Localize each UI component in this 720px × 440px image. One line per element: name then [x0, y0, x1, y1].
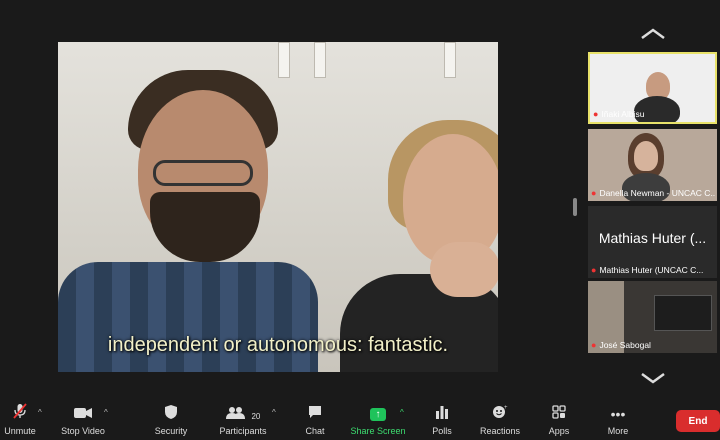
participant-name: ● José Sabogal	[591, 340, 651, 350]
speaker-woman-hands	[430, 242, 498, 297]
shield-icon	[165, 405, 177, 421]
audio-options-caret-icon[interactable]: ^	[38, 408, 42, 417]
mic-off-icon: ●	[591, 340, 597, 350]
mic-off-icon: ●	[593, 109, 599, 119]
stop-video-label: Stop Video	[61, 426, 105, 436]
participant-tile[interactable]: Mathias Huter (... ● Mathias Huter (UNCAC…	[588, 206, 717, 278]
svg-text:+: +	[504, 405, 508, 411]
lamp	[278, 42, 290, 78]
security-button[interactable]: Security	[150, 396, 192, 440]
panel-resize-handle[interactable]	[573, 198, 577, 216]
people-icon: 20	[225, 407, 261, 421]
chat-label: Chat	[305, 426, 325, 436]
ellipsis-icon: •••	[610, 406, 626, 422]
participants-options-caret-icon[interactable]: ^	[272, 408, 276, 417]
tile-picture-frame	[654, 295, 712, 331]
meeting-toolbar: Unmute ^ Stop Video ^ Security 20 Partic…	[0, 396, 720, 440]
polls-label: Polls	[432, 426, 452, 436]
unmute-label: Unmute	[4, 426, 36, 436]
end-meeting-button[interactable]: End	[676, 410, 720, 432]
more-button[interactable]: ••• More	[604, 396, 632, 440]
participant-tile[interactable]: ● José Sabogal	[588, 281, 717, 353]
security-label: Security	[154, 426, 188, 436]
participants-count: 20	[251, 412, 261, 421]
top-bar	[0, 0, 720, 42]
chevron-down-icon[interactable]	[640, 368, 666, 388]
chevron-up-icon[interactable]	[640, 24, 666, 44]
main-video: independent or autonomous: fantastic.	[58, 42, 498, 372]
share-arrow-icon: ↑	[370, 408, 386, 421]
participant-display-name: Mathias Huter (...	[598, 230, 707, 246]
unmute-button[interactable]: Unmute	[2, 396, 38, 440]
speaker-man-glasses	[153, 160, 253, 186]
polls-button[interactable]: Polls	[428, 396, 456, 440]
participant-face	[634, 141, 658, 171]
live-subtitle: independent or autonomous: fantastic.	[107, 334, 449, 356]
video-options-caret-icon[interactable]: ^	[104, 408, 108, 417]
participants-button[interactable]: 20 Participants	[216, 396, 270, 440]
video-camera-icon	[74, 407, 92, 421]
participant-name: ● Mathias Huter (UNCAC C...	[591, 265, 704, 275]
apps-label: Apps	[548, 426, 570, 436]
stop-video-button[interactable]: Stop Video	[58, 396, 108, 440]
reactions-label: Reactions	[479, 426, 521, 436]
participant-name: ● Danella Newman - UNCAC C...	[591, 188, 715, 198]
apps-button[interactable]: Apps	[544, 396, 574, 440]
smiley-add-icon: +	[492, 405, 508, 421]
mic-off-icon: ●	[591, 188, 597, 198]
participant-name: ● Iñaki Albisu	[593, 109, 645, 119]
share-screen-label: Share Screen	[350, 426, 406, 436]
lamp	[314, 42, 326, 78]
mic-off-icon: ●	[591, 265, 597, 275]
mic-off-icon	[13, 403, 27, 421]
participant-tile[interactable]: ● Danella Newman - UNCAC C...	[588, 129, 717, 201]
apps-icon	[552, 405, 566, 421]
more-label: More	[607, 426, 629, 436]
participants-label: Participants	[219, 426, 267, 436]
reactions-button[interactable]: + Reactions	[478, 396, 522, 440]
participant-tile[interactable]: ● Iñaki Albisu	[588, 52, 717, 124]
chat-button[interactable]: Chat	[300, 396, 330, 440]
lamp	[444, 42, 456, 78]
share-options-caret-icon[interactable]: ^	[400, 408, 404, 417]
chat-bubble-icon	[308, 405, 322, 421]
share-screen-button[interactable]: ↑ Share Screen	[348, 396, 408, 440]
bar-chart-icon	[435, 405, 449, 421]
